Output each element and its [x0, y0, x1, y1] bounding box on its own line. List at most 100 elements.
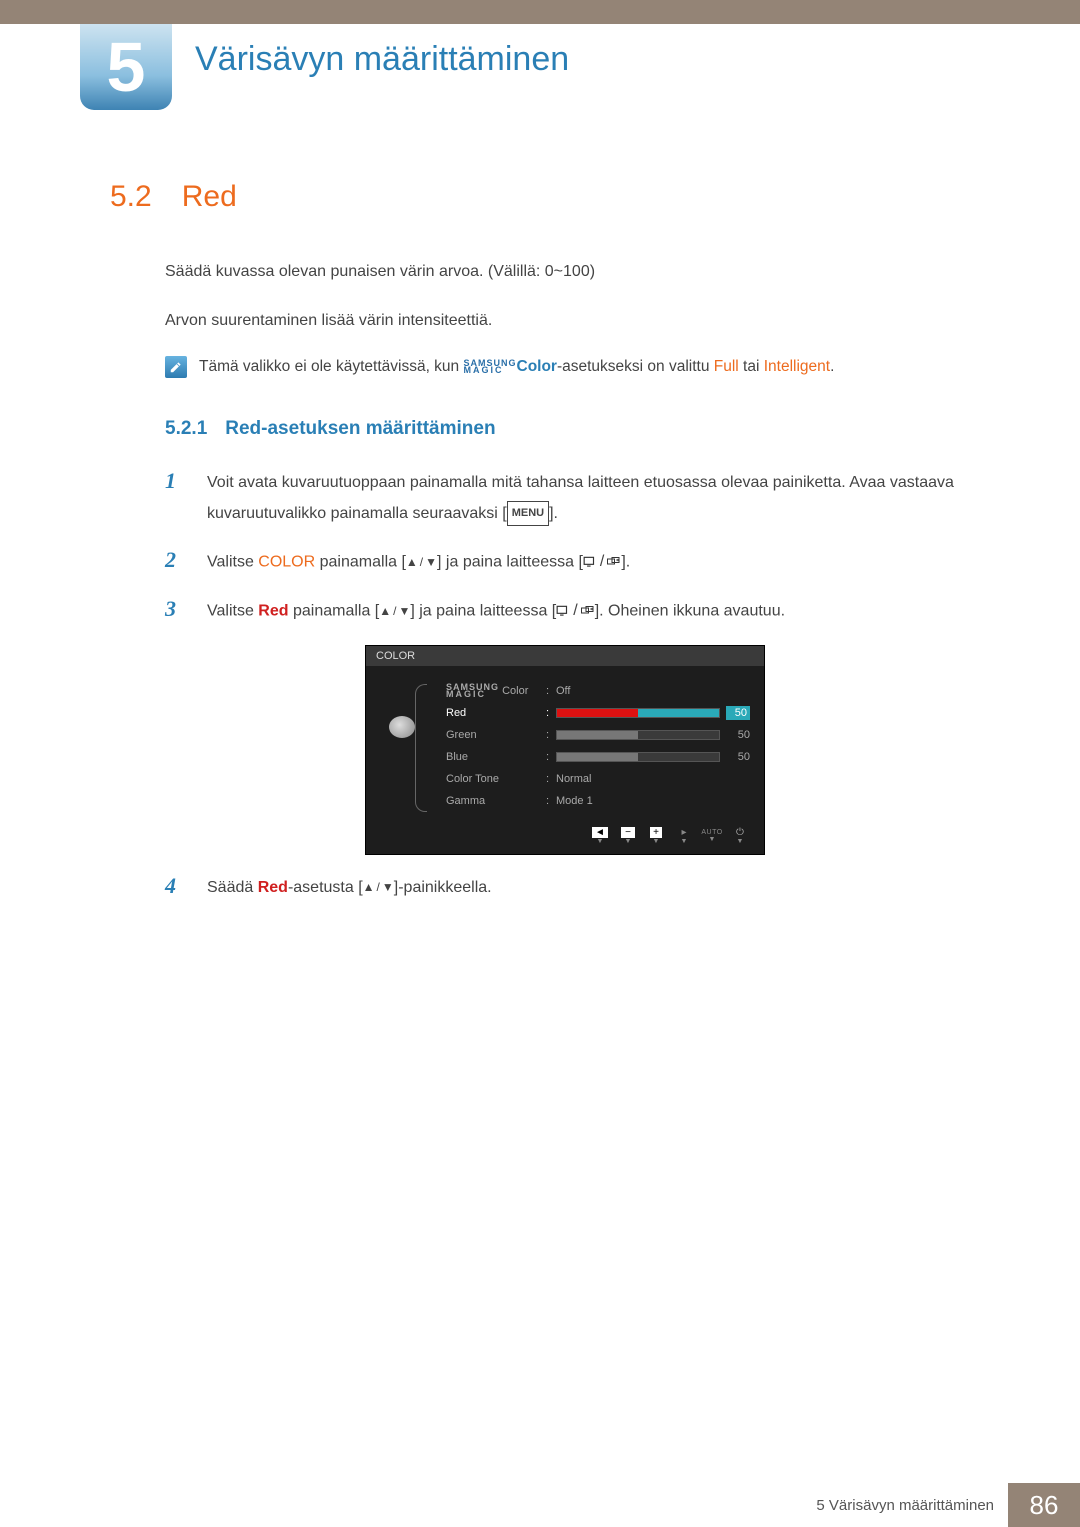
step-4: 4 Säädä Red-asetusta [▲/▼]-painikkeella. [165, 873, 980, 903]
note-end: . [830, 358, 834, 375]
osd-row-magic-color: SAMSUNGMAGIC Color : Off [446, 680, 750, 702]
osd-footer: ◄▼ −▼ +▼ ▸▼ AUTO▼ ⏻▼ [366, 822, 764, 854]
brand-word: Color [517, 358, 557, 375]
up-down-icon: ▲/▼ [379, 600, 410, 623]
osd-green-val: 50 [726, 729, 750, 741]
osd-nav-left-icon: ◄▼ [590, 828, 610, 844]
osd-title: COLOR [366, 646, 764, 666]
pencil-note-icon [165, 356, 187, 378]
osd-blue-label: Blue [446, 751, 546, 763]
slider-red [556, 708, 720, 718]
osd-green-label: Green [446, 729, 546, 741]
chapter-number: 5 [107, 32, 146, 102]
step-2: 2 Valitse COLOR painamalla [▲/▼] ja pain… [165, 547, 980, 578]
s4-kw: Red [258, 879, 288, 896]
osd-auto-button: AUTO▼ [702, 828, 722, 844]
osd-nav-enter-icon: ▸▼ [674, 828, 694, 844]
display-source-icon: / [556, 596, 594, 626]
page-number: 86 [1008, 1483, 1080, 1527]
up-down-icon: ▲/▼ [406, 551, 437, 574]
step-num-2: 2 [165, 547, 187, 573]
osd-row-red: Red : 50 [446, 702, 750, 724]
step1-pre: Voit avata kuvaruutuoppaan painamalla mi… [207, 474, 954, 521]
osd-ct-val: Normal [556, 773, 750, 785]
step-text-2: Valitse COLOR painamalla [▲/▼] ja paina … [207, 547, 630, 578]
osd-row-green: Green : 50 [446, 724, 750, 746]
step1-post: ]. [549, 505, 558, 522]
note: Tämä valikko ei ole käytettävissä, kun S… [165, 356, 980, 378]
osd-gamma-label: Gamma [446, 795, 546, 807]
display-source-icon: / [583, 547, 621, 577]
slider-blue [556, 752, 720, 762]
note-pre: Tämä valikko ei ole käytettävissä, kun [199, 358, 463, 375]
note-full: Full [714, 358, 739, 375]
osd-power-icon: ⏻▼ [730, 828, 750, 844]
s4-pre: Säädä [207, 879, 258, 896]
s2-a2: ]. [621, 554, 630, 571]
footer-text: 5 Värisävyn määrittäminen [816, 1483, 1008, 1527]
osd-brand-bottom: MAGIC [446, 689, 486, 699]
osd-nav-minus-icon: −▼ [618, 828, 638, 844]
slider-green [556, 730, 720, 740]
chapter-title: Värisävyn määrittäminen [195, 40, 569, 79]
subsection-heading: 5.2.1 Red-asetuksen määrittäminen [165, 418, 980, 440]
osd-category-icon [380, 680, 436, 812]
brand-mark: SAMSUNGMAGIC [463, 360, 516, 374]
step-num-3: 3 [165, 596, 187, 622]
s2-mid: painamalla [ [315, 554, 406, 571]
osd-rows: SAMSUNGMAGIC Color : Off Red : 50 Green … [446, 680, 750, 812]
osd-row-blue: Blue : 50 [446, 746, 750, 768]
step-text-1: Voit avata kuvaruutuoppaan painamalla mi… [207, 468, 980, 529]
section-heading: 5.2 Red [110, 180, 980, 214]
palette-icon [389, 716, 415, 738]
menu-label: MENU [507, 501, 549, 526]
osd-label-magic: SAMSUNGMAGIC Color [446, 684, 546, 698]
s3-a2: ]. Oheinen ikkuna avautuu. [595, 602, 785, 619]
intro-p1: Säädä kuvassa olevan punaisen värin arvo… [165, 258, 980, 285]
osd-row-gamma: Gamma : Mode 1 [446, 790, 750, 812]
note-intelligent: Intelligent [764, 358, 830, 375]
s2-kw: COLOR [258, 554, 315, 571]
steps-list: 1 Voit avata kuvaruutuoppaan painamalla … [165, 468, 980, 903]
step-num-4: 4 [165, 873, 187, 899]
osd-blue-val: 50 [726, 751, 750, 763]
chapter-tab: 5 [80, 24, 172, 110]
osd-window: COLOR SAMSUNGMAGIC Color : Off [365, 645, 765, 855]
s4-a1: ]-painikkeella. [394, 879, 492, 896]
osd-magic-val: Off [556, 685, 750, 697]
content-area: 5.2 Red Säädä kuvassa olevan punaisen vä… [110, 180, 980, 921]
step-1: 1 Voit avata kuvaruutuoppaan painamalla … [165, 468, 980, 529]
note-text: Tämä valikko ei ole käytettävissä, kun S… [199, 358, 834, 376]
osd-row-colortone: Color Tone : Normal [446, 768, 750, 790]
bracket-icon [415, 684, 427, 812]
up-down-icon: ▲/▼ [363, 876, 394, 899]
intro-p2: Arvon suurentaminen lisää värin intensit… [165, 307, 980, 334]
subsection-number: 5.2.1 [165, 418, 207, 440]
subsection-title: Red-asetuksen määrittäminen [225, 418, 495, 440]
s3-kw: Red [258, 602, 288, 619]
s3-pre: Valitse [207, 602, 258, 619]
s2-a1: ] ja paina laitteessa [ [437, 554, 583, 571]
brand-bottom: MAGIC [463, 365, 503, 375]
header-band [0, 0, 1080, 24]
section-title: Red [182, 180, 237, 214]
note-mid: -asetukseksi on valittu [557, 358, 714, 375]
s3-mid: painamalla [ [289, 602, 380, 619]
note-or: tai [739, 358, 764, 375]
step-text-4: Säädä Red-asetusta [▲/▼]-painikkeella. [207, 873, 492, 903]
osd-ct-label: Color Tone [446, 773, 546, 785]
s4-mid: -asetusta [ [288, 879, 363, 896]
osd-nav-plus-icon: +▼ [646, 828, 666, 844]
step-3: 3 Valitse Red painamalla [▲/▼] ja paina … [165, 596, 980, 627]
osd-magic-label: Color [502, 685, 528, 697]
osd-body: SAMSUNGMAGIC Color : Off Red : 50 Green … [366, 666, 764, 822]
step-text-3: Valitse Red painamalla [▲/▼] ja paina la… [207, 596, 785, 627]
footer: 5 Värisävyn määrittäminen 86 [0, 1483, 1080, 1527]
osd-red-val: 50 [726, 706, 750, 720]
s2-pre: Valitse [207, 554, 258, 571]
step-num-1: 1 [165, 468, 187, 494]
section-number: 5.2 [110, 180, 152, 214]
osd-red-label: Red [446, 707, 546, 719]
s3-a1: ] ja paina laitteessa [ [410, 602, 556, 619]
osd-gamma-val: Mode 1 [556, 795, 750, 807]
